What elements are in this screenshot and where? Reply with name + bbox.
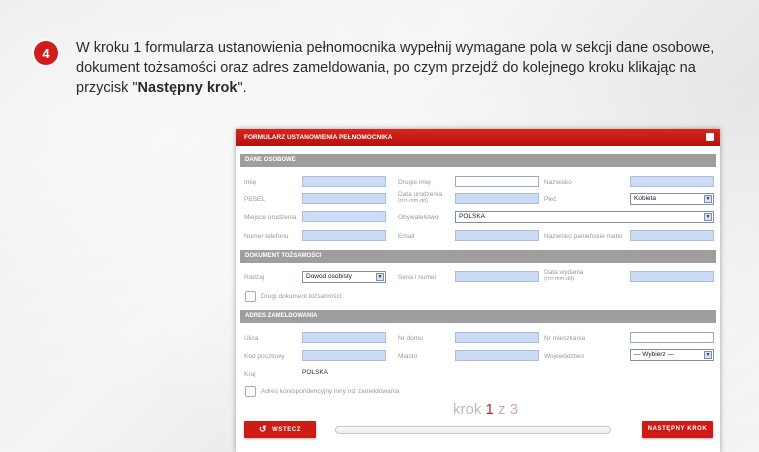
pesel-label: PESEL — [244, 196, 265, 203]
first-name-input[interactable] — [302, 176, 386, 187]
correspondence-address-label: Adres korespondencyjny inny niż zameldow… — [261, 388, 400, 395]
second-document-label: Drugi dokument tożsamości — [261, 293, 342, 300]
voivodeship-select-value: — Wybierz — — [634, 351, 675, 358]
sex-label: Płeć — [544, 196, 557, 203]
document-type-value: Dowód osobisty — [306, 273, 352, 280]
email-input[interactable] — [455, 230, 539, 241]
back-button-label: WSTECZ — [272, 427, 302, 433]
phone-input[interactable] — [302, 230, 386, 241]
chevron-down-icon: ▼ — [376, 273, 384, 281]
step-indicator: krok 1 z 3 — [453, 401, 518, 418]
instruction-text-end: ". — [237, 80, 247, 96]
section-personal-data: DANE OSOBOWE — [240, 154, 716, 167]
chevron-down-icon: ▼ — [704, 195, 712, 203]
back-button[interactable]: ↺ WSTECZ — [244, 421, 316, 438]
second-document-checkbox[interactable] — [245, 291, 256, 302]
house-number-input[interactable] — [455, 332, 539, 343]
series-number-input[interactable] — [455, 271, 539, 282]
sex-select-value: Kobieta — [634, 195, 657, 202]
step-number-badge: 4 — [34, 41, 58, 65]
house-number-label: Nr domu — [398, 335, 423, 342]
form-title-bar: FORMULARZ USTANOWIENIA PEŁNOMOCNIKA ? — [236, 129, 720, 146]
section-identity-document: DOKUMENT TOŻSAMOŚCI — [240, 250, 716, 263]
country-value: POLSKA — [302, 369, 329, 376]
voivodeship-label: Województwo — [544, 353, 584, 360]
street-input[interactable] — [302, 332, 386, 343]
citizenship-select[interactable]: POLSKA ▼ — [455, 211, 714, 223]
flat-number-input[interactable] — [630, 332, 714, 343]
voivodeship-select[interactable]: — Wybierz — ▼ — [630, 349, 714, 361]
document-type-label: Rodzaj — [244, 274, 265, 281]
next-step-button[interactable]: NASTĘPNY KROK — [642, 421, 713, 438]
second-name-input[interactable] — [455, 176, 539, 187]
citizenship-select-value: POLSKA — [459, 213, 486, 220]
issue-date-label: Data wydania — [544, 269, 584, 276]
maiden-name-input[interactable] — [630, 230, 714, 241]
postal-code-input[interactable] — [302, 350, 386, 361]
instruction-button-name: Następny krok — [137, 80, 238, 96]
issue-date-format: (rrrr-mm-dd) — [544, 276, 574, 282]
citizenship-label: Obywatelstwo — [398, 214, 439, 221]
second-name-label: Drugie imię — [398, 179, 431, 186]
step-current: 1 — [485, 401, 494, 418]
first-name-label: Imię — [244, 179, 257, 186]
country-label: Kraj — [244, 371, 256, 378]
help-icon[interactable]: ? — [706, 133, 718, 141]
undo-arrow-icon: ↺ — [258, 424, 268, 434]
city-input[interactable] — [455, 350, 539, 361]
birth-date-format: (rrrr-mm-dd) — [398, 198, 428, 204]
step-prefix: krok — [453, 401, 482, 418]
step-separator: z — [498, 401, 506, 418]
proxy-form-window: FORMULARZ USTANOWIENIA PEŁNOMOCNIKA ? DA… — [236, 129, 720, 452]
birth-date-label: Data urodzenia — [398, 191, 443, 198]
chevron-down-icon: ▼ — [704, 213, 712, 221]
street-label: Ulica — [244, 335, 259, 342]
issue-date-input[interactable] — [630, 271, 714, 282]
pesel-input[interactable] — [302, 193, 386, 204]
form-title: FORMULARZ USTANOWIENIA PEŁNOMOCNIKA — [244, 134, 393, 141]
flat-number-label: Nr mieszkania — [544, 335, 586, 342]
city-label: Miasto — [398, 353, 418, 360]
postal-code-label: Kod pocztowy — [244, 353, 285, 360]
chevron-down-icon: ▼ — [704, 351, 712, 359]
last-name-label: Nazwisko — [544, 179, 572, 186]
birth-place-input[interactable] — [302, 211, 386, 222]
birth-date-input[interactable] — [455, 193, 539, 204]
maiden-name-label: Nazwisko panieńskie matki — [544, 233, 623, 240]
email-label: Email — [398, 233, 415, 240]
section-registered-address: ADRES ZAMELDOWANIA — [240, 310, 716, 323]
document-type-select[interactable]: Dowód osobisty ▼ — [302, 271, 386, 283]
phone-label: Numer telefonu — [244, 233, 289, 240]
series-number-label: Seria i numer — [398, 274, 437, 281]
step-total: 3 — [509, 401, 519, 418]
last-name-input[interactable] — [630, 176, 714, 187]
instruction-text: W kroku 1 formularza ustanowienia pełnom… — [76, 38, 716, 98]
progress-bar — [335, 426, 611, 434]
birth-place-label: Miejsce urodzenia — [244, 214, 297, 221]
correspondence-address-checkbox[interactable] — [245, 386, 256, 397]
sex-select[interactable]: Kobieta ▼ — [630, 193, 714, 205]
